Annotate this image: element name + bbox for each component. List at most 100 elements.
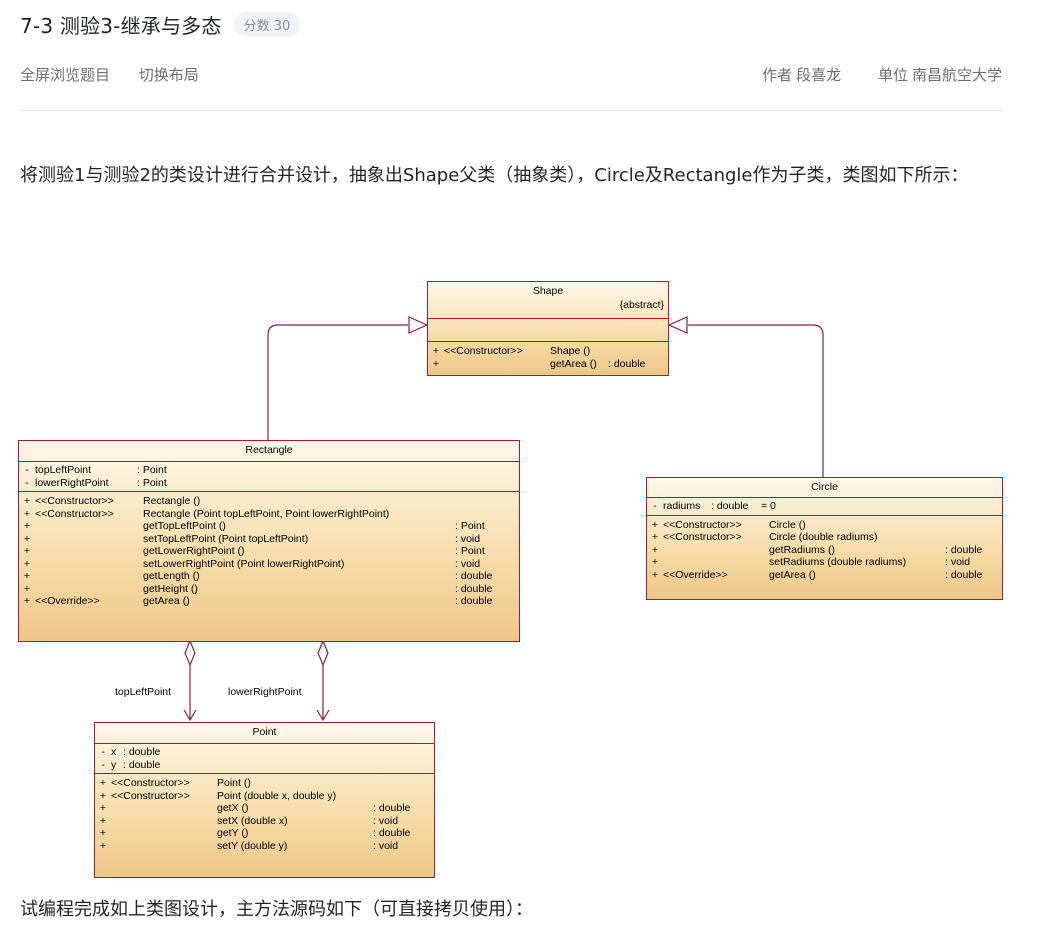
op-visibility: +: [432, 357, 440, 370]
attr-visibility: -: [25, 476, 29, 489]
op-name: Circle (double radiums): [769, 531, 878, 543]
op-stereotype: <<Override>>: [663, 568, 728, 581]
assoc-label-topleftpoint: topLeftPoint: [115, 686, 172, 698]
op-name: setY (double y): [217, 839, 288, 852]
op-stereotype: [444, 358, 550, 371]
op-visibility: +: [23, 507, 31, 520]
op-type: : Point: [455, 545, 485, 557]
op-stereotype: [111, 815, 217, 828]
op-name: getTopLeftPoint (): [143, 520, 226, 532]
op-visibility: +: [651, 556, 659, 568]
op-visibility: +: [23, 532, 31, 545]
op-name: setTopLeftPoint (Point topLeftPoint): [143, 532, 309, 545]
op-type: : double: [608, 357, 646, 370]
op-stereotype: <<Constructor>>: [35, 507, 114, 520]
op-name: Circle (): [769, 518, 806, 531]
op-name: getY (): [217, 827, 249, 839]
class-name: Shape: [532, 285, 564, 297]
op-name: getArea (): [143, 595, 190, 607]
op-type: : Point: [455, 520, 485, 532]
op-stereotype: [111, 802, 217, 815]
op-stereotype: <<Constructor>>: [663, 518, 742, 531]
op-visibility: +: [99, 789, 107, 802]
op-visibility: +: [99, 839, 107, 852]
op-type: : double: [455, 570, 493, 582]
op-name: setRadiums (double radiums): [769, 556, 907, 568]
attr-initial-value: = 0: [761, 500, 776, 512]
op-visibility: +: [99, 814, 107, 827]
class-name: Rectangle: [245, 444, 293, 456]
op-visibility: +: [23, 557, 31, 570]
op-name: getRadiums (): [769, 543, 835, 556]
op-visibility: +: [651, 518, 659, 531]
op-type: : double: [373, 827, 411, 839]
op-name: getArea (): [769, 568, 816, 581]
op-type: : void: [455, 532, 481, 545]
attr-type: : Point: [137, 476, 167, 489]
attr-type: : double: [711, 500, 749, 512]
attr-type: : double: [123, 758, 161, 771]
op-name: setX (double x): [217, 814, 288, 827]
op-name: getHeight (): [143, 582, 198, 595]
attr-name: topLeftPoint: [35, 464, 92, 476]
op-stereotype: <<Constructor>>: [35, 495, 114, 507]
op-type: : double: [455, 595, 493, 607]
op-stereotype: [663, 556, 769, 569]
op-stereotype: [35, 570, 143, 583]
op-stereotype: <<Constructor>>: [663, 531, 742, 543]
op-name: getLength (): [143, 570, 200, 582]
op-name: Rectangle (): [143, 495, 201, 507]
op-name: getArea (): [550, 357, 597, 370]
op-stereotype: [35, 520, 143, 533]
op-visibility: +: [99, 777, 107, 789]
op-name: Point (): [217, 777, 251, 789]
uml-class-point: Point -x: double -y: double + <<Construct…: [94, 722, 435, 878]
op-visibility: +: [432, 345, 440, 357]
attr-type: : double: [123, 746, 161, 758]
op-type: : void: [373, 814, 399, 827]
op-stereotype: [111, 827, 217, 840]
op-stereotype: <<Override>>: [35, 595, 100, 607]
op-visibility: +: [651, 543, 659, 556]
op-visibility: +: [23, 495, 31, 507]
op-stereotype: <<Constructor>>: [111, 777, 190, 789]
op-visibility: +: [23, 595, 31, 607]
op-stereotype: [111, 840, 217, 853]
uml-class-shape: Shape {abstract} + <<Constructor>> Shape (…: [427, 281, 669, 376]
attr-name: y: [111, 758, 117, 771]
op-type: : double: [945, 568, 983, 581]
assoc-label-lowerrightpoint: lowerRightPoint: [228, 686, 302, 698]
class-name: Circle: [811, 481, 838, 493]
op-visibility: +: [23, 545, 31, 557]
attr-visibility: -: [101, 746, 105, 758]
attr-name: lowerRightPoint: [35, 476, 109, 489]
attr-name: x: [111, 746, 117, 758]
op-name: setLowerRightPoint (Point lowerRightPoin…: [143, 557, 345, 570]
op-visibility: +: [23, 520, 31, 532]
attr-visibility: -: [25, 464, 29, 476]
attr-name: radiums: [663, 500, 701, 512]
op-stereotype: <<Constructor>>: [111, 789, 190, 802]
op-stereotype: [35, 533, 143, 546]
op-visibility: +: [651, 531, 659, 543]
main-method-intro: 试编程完成如上类图设计，主方法源码如下（可直接拷贝使用）：: [20, 899, 533, 920]
op-stereotype: [35, 558, 143, 571]
op-stereotype: <<Constructor>>: [444, 345, 523, 357]
op-stereotype: [35, 545, 143, 558]
op-type: : void: [945, 556, 971, 568]
op-visibility: +: [23, 570, 31, 582]
op-type: : double: [455, 582, 493, 595]
attr-visibility: -: [653, 500, 657, 512]
op-name: getLowerRightPoint (): [143, 545, 245, 557]
op-visibility: +: [23, 582, 31, 595]
op-name: getX (): [217, 802, 249, 814]
op-type: : double: [945, 543, 983, 556]
op-visibility: +: [651, 568, 659, 581]
op-name: Point (double x, double y): [217, 789, 337, 802]
op-visibility: +: [99, 802, 107, 814]
class-name: Point: [252, 726, 277, 738]
uml-class-circle: Circle - radiums : double = 0 + <<Constructo…: [646, 477, 1003, 600]
op-stereotype: [663, 544, 769, 557]
op-type: : void: [373, 839, 399, 852]
op-stereotype: [35, 583, 143, 596]
